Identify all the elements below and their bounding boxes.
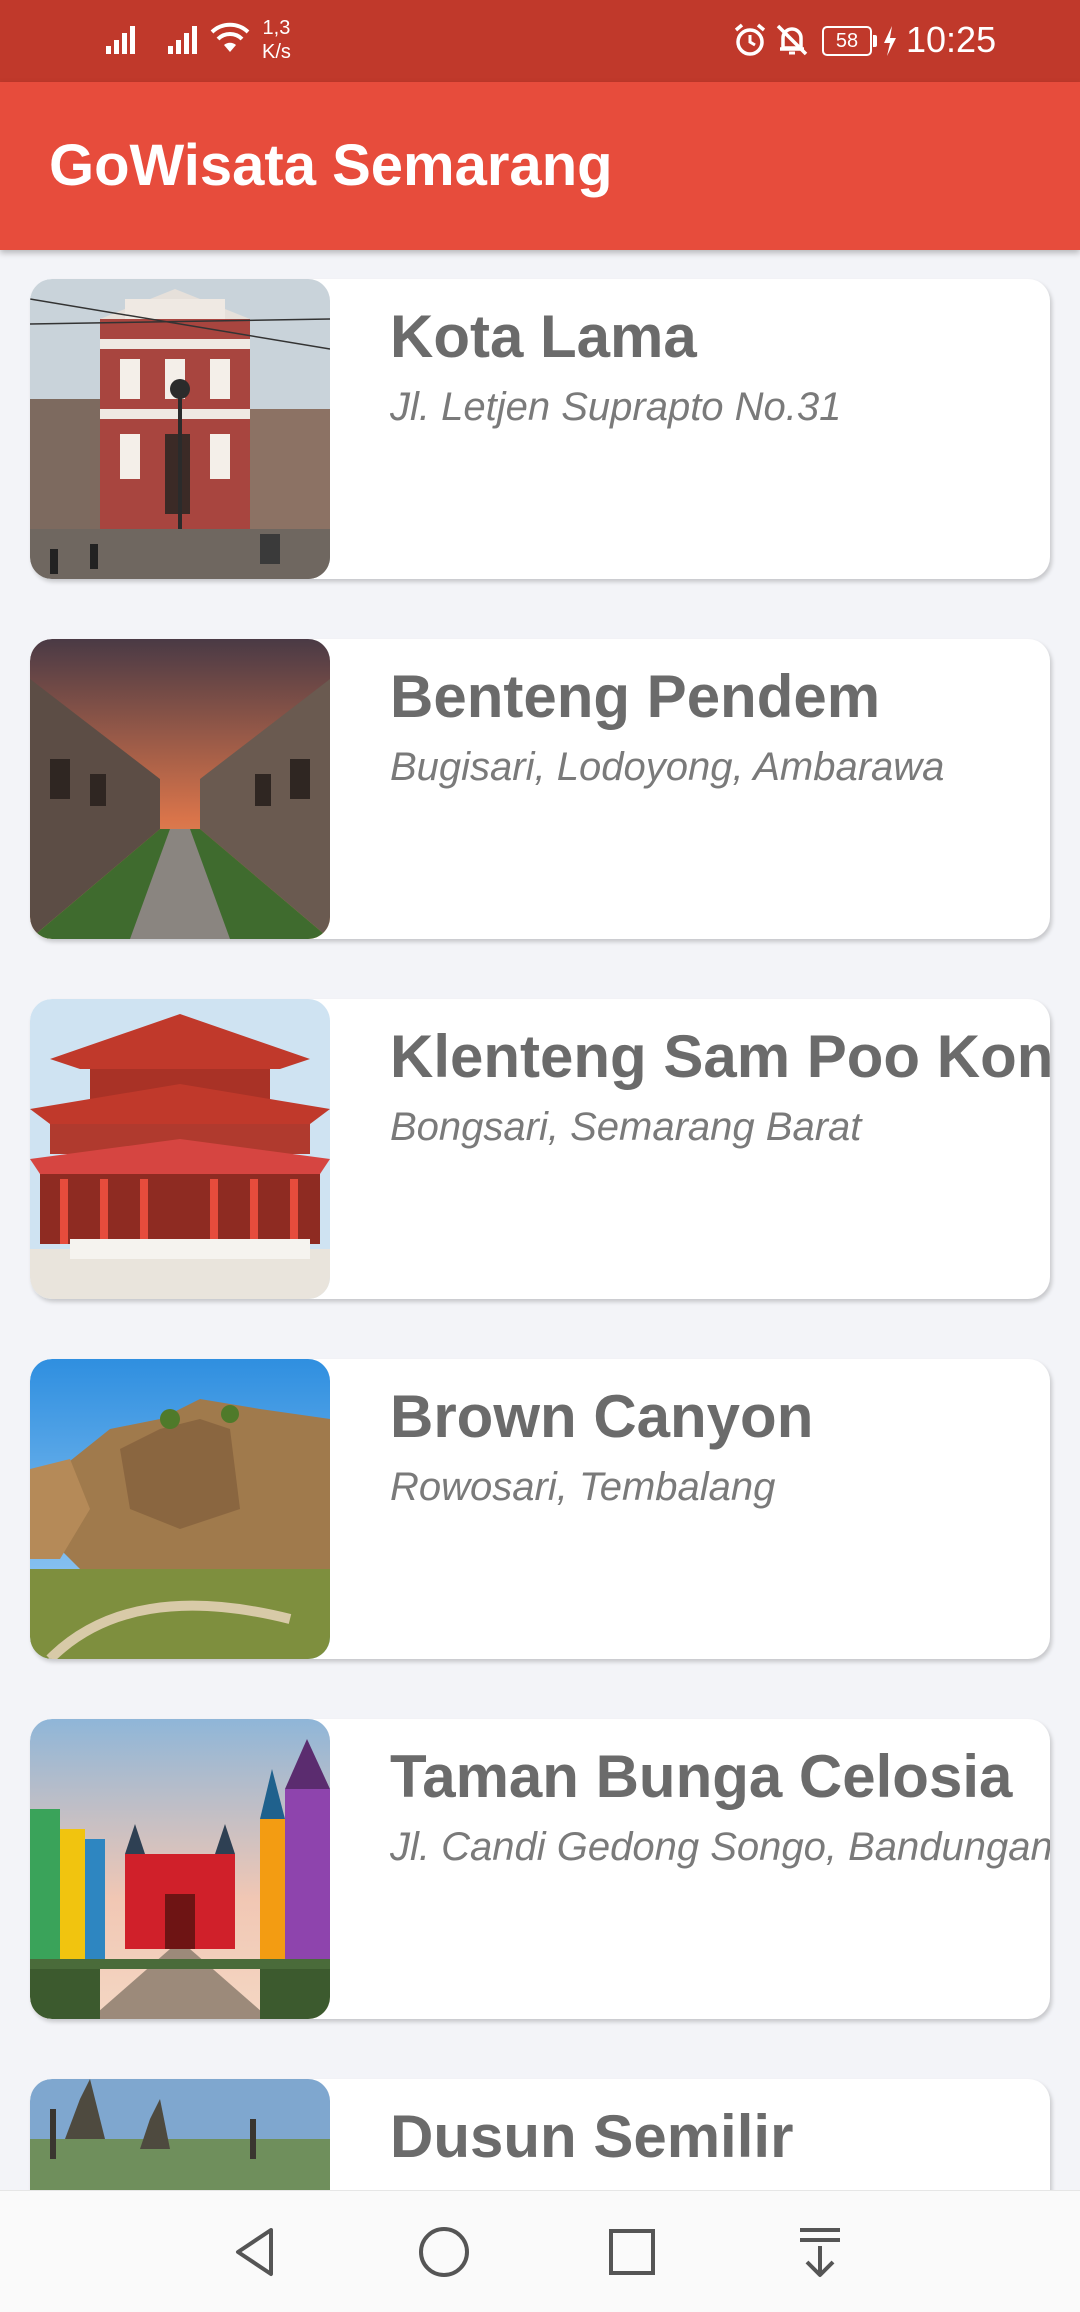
network-speed-value: 1,3 bbox=[262, 17, 291, 39]
place-photo-kota-lama bbox=[30, 279, 330, 579]
place-name: Kota Lama bbox=[390, 303, 697, 370]
system-nav-bar bbox=[0, 2190, 1080, 2312]
place-photo-brown-canyon bbox=[30, 1359, 330, 1659]
place-address: Bongsari, Semarang Barat bbox=[390, 1105, 862, 1149]
place-card-kota-lama[interactable]: Kota Lama Jl. Letjen Suprapto No.31 bbox=[30, 279, 1050, 579]
notification-pull-icon bbox=[800, 2228, 840, 2277]
app-bar: GoWisata Semarang bbox=[0, 82, 1080, 250]
recents-icon bbox=[609, 2229, 655, 2275]
place-name: Benteng Pendem bbox=[390, 663, 881, 730]
place-card-brown-canyon[interactable]: Brown Canyon Rowosari, Tembalang bbox=[30, 1359, 1050, 1659]
place-address: Bugisari, Lodoyong, Ambarawa bbox=[390, 745, 945, 789]
notification-pull-button[interactable] bbox=[760, 2191, 880, 2312]
home-icon bbox=[419, 2227, 469, 2277]
place-card-klenteng-sam-poo-kong[interactable]: Klenteng Sam Poo Kong Bongsari, Semarang… bbox=[30, 999, 1050, 1299]
network-speed-unit: K/s bbox=[262, 41, 291, 63]
wifi-icon bbox=[210, 22, 250, 52]
place-address: Jl. Candi Gedong Songo, Bandungan bbox=[390, 1825, 1050, 1869]
place-address: Rowosari, Tembalang bbox=[390, 1465, 776, 1509]
home-button[interactable] bbox=[384, 2191, 504, 2312]
signal-icon bbox=[168, 26, 197, 54]
clock: 10:25 bbox=[906, 19, 997, 60]
back-icon bbox=[236, 2228, 273, 2276]
place-photo-dusun-semilir bbox=[30, 2079, 330, 2190]
place-name: Brown Canyon bbox=[390, 1383, 814, 1450]
place-name: Dusun Semilir bbox=[390, 2103, 794, 2170]
place-card-taman-bunga-celosia[interactable]: Taman Bunga Celosia Jl. Candi Gedong Son… bbox=[30, 1719, 1050, 2019]
signal-icon bbox=[106, 26, 135, 54]
network-speed: 1,3 K/s bbox=[262, 16, 291, 64]
place-card-benteng-pendem[interactable]: Benteng Pendem Bugisari, Lodoyong, Ambar… bbox=[30, 639, 1050, 939]
bell-off-icon bbox=[776, 24, 808, 56]
recents-button[interactable] bbox=[572, 2191, 692, 2312]
places-list[interactable]: Kota Lama Jl. Letjen Suprapto No.31 Bent… bbox=[0, 250, 1080, 2190]
place-address: Jl. Letjen Suprapto No.31 bbox=[390, 385, 842, 429]
alarm-icon bbox=[734, 23, 766, 56]
app-title: GoWisata Semarang bbox=[49, 133, 613, 198]
place-photo-benteng-pendem bbox=[30, 639, 330, 939]
charging-icon bbox=[884, 26, 896, 56]
place-name: Taman Bunga Celosia bbox=[390, 1743, 1013, 1810]
status-bar: 1,3 K/s 58 10:25 bbox=[0, 0, 1080, 82]
battery-tip bbox=[873, 35, 877, 47]
place-photo-taman-bunga-celosia bbox=[30, 1719, 330, 2019]
place-photo-klenteng-sam-poo-kong bbox=[30, 999, 330, 1299]
place-name: Klenteng Sam Poo Kong bbox=[390, 1023, 1050, 1090]
place-card-dusun-semilir[interactable]: Dusun Semilir bbox=[30, 2079, 1050, 2190]
battery-icon: 58 bbox=[822, 26, 872, 56]
back-button[interactable] bbox=[196, 2191, 316, 2312]
